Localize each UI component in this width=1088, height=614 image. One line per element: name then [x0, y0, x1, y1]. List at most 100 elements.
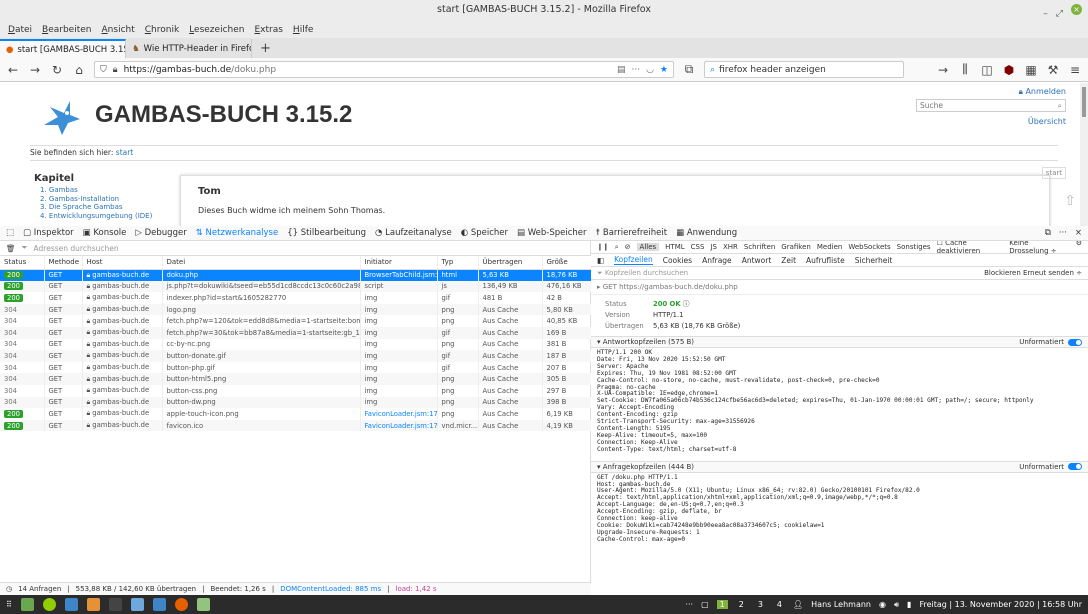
breadcrumb-start-link[interactable]: start	[116, 148, 133, 157]
new-tab-button[interactable]: +	[252, 40, 279, 58]
request-row[interactable]: 200 GET 🔒︎ gambas-buch.de js.php?t=dokuwiki…	[0, 280, 592, 293]
request-row[interactable]: 304 GET 🔒︎ gambas-buch.de button-css.png img…	[0, 384, 592, 397]
lock-icon[interactable]: 🔒︎	[113, 65, 118, 75]
tool-konsole[interactable]: ▣ Konsole	[83, 228, 127, 238]
tool-inspektor[interactable]: ▢ Inspektor	[23, 228, 74, 238]
overview-link[interactable]: Übersicht	[1028, 117, 1066, 126]
request-row[interactable]: 304 GET 🔒︎ gambas-buch.de fetch.php?w=30&to…	[0, 326, 592, 339]
col-uebertragen-header[interactable]: Übertragen	[478, 256, 543, 270]
col-initiator-header[interactable]: Initiator	[360, 256, 438, 270]
scroll-top-icon[interactable]: ⇧	[1064, 193, 1076, 209]
page-actions-icon[interactable]: ···	[631, 65, 640, 75]
throttle-select[interactable]: Keine Drosselung ÷	[1009, 241, 1067, 255]
request-row[interactable]: 304 GET 🔒︎ gambas-buch.de button-php.gif img…	[0, 361, 592, 374]
tab-kopfzeilen[interactable]: Kopfzeilen	[614, 255, 653, 265]
tool-laufzeitanalyse[interactable]: ◔ Laufzeitanalyse	[375, 228, 452, 238]
url-bar[interactable]: ⛉ 🔒︎ https://gambas-buch.de/doku.php ▤ ·…	[94, 61, 674, 78]
tab-http-header[interactable]: ♞ Wie HTTP-Header in Firefo ×	[126, 39, 252, 58]
request-headers-section[interactable]: ▾ Anfragekopfzeilen (444 B) Unformatiert	[591, 460, 1088, 473]
raw-toggle[interactable]	[1068, 338, 1082, 346]
sidebar-icon[interactable]: ◫	[980, 63, 994, 77]
minimize-icon[interactable]: –	[1043, 4, 1048, 24]
trash-icon[interactable]: 🗑︎	[6, 244, 16, 253]
reader-icon[interactable]: ▤	[617, 65, 626, 75]
col-host-header[interactable]: Host	[82, 256, 163, 270]
menu-hilfe[interactable]: Hilfe	[293, 22, 314, 38]
customize-icon[interactable]: ⚒	[1046, 63, 1060, 77]
show-desktop-icon[interactable]	[20, 598, 34, 611]
menu-bearbeiten[interactable]: Bearbeiten	[42, 22, 91, 38]
help-icon[interactable]: ⓘ	[683, 300, 690, 308]
bookmark-star-icon[interactable]: ★	[660, 65, 668, 75]
block-icon[interactable]: ⊘	[625, 243, 631, 251]
request-row[interactable]: 200 GET 🔒︎ gambas-buch.de favicon.ico Favico…	[0, 419, 592, 432]
filter-js[interactable]: JS	[710, 243, 717, 251]
url-filter-input[interactable]: Adressen durchsuchen	[34, 244, 119, 253]
request-row[interactable]: 304 GET 🔒︎ gambas-buch.de logo.png img png Aus…	[0, 303, 592, 316]
go-arrow-icon[interactable]: →	[936, 63, 950, 77]
pick-element-icon[interactable]: ⬚	[6, 228, 14, 238]
chapter-link[interactable]: 4. Entwicklungsumgebung (IDE)	[40, 212, 152, 221]
request-row[interactable]: 200 GET 🔒︎ gambas-buch.de apple-touch-icon.…	[0, 408, 592, 420]
menu-lesezeichen[interactable]: Lesezeichen	[189, 22, 244, 38]
mint-icon[interactable]	[42, 598, 56, 611]
filter-xhr[interactable]: XHR	[723, 243, 738, 251]
request-row[interactable]: 200 GET 🔒︎ gambas-buch.de indexer.php?id=st…	[0, 292, 592, 304]
files-icon[interactable]	[64, 598, 78, 611]
workspace-3[interactable]: 3	[755, 600, 766, 609]
workspace-4[interactable]: 4	[774, 600, 785, 609]
search-icon[interactable]: ⌕	[1058, 100, 1065, 111]
tray-more-icon[interactable]: ···	[685, 600, 693, 609]
forward-icon[interactable]: →	[28, 63, 42, 77]
menu-chronik[interactable]: Chronik	[145, 22, 179, 38]
login-link[interactable]: 🔒︎ Anmelden	[1019, 87, 1066, 97]
settings-gear-icon[interactable]: ⚙	[1076, 241, 1082, 255]
page-scrollbar[interactable]	[1080, 83, 1088, 226]
col-datei-header[interactable]: Datei	[162, 256, 361, 270]
tool-speicher[interactable]: ◐ Speicher	[461, 228, 508, 238]
firefox-taskbar-icon[interactable]	[174, 598, 188, 611]
search-bar[interactable]: ⌕ firefox header anzeigen	[704, 61, 904, 78]
menu-extras[interactable]: Extras	[254, 22, 282, 38]
chapter-link[interactable]: 3. Die Sprache Gambas	[40, 203, 152, 212]
user-name[interactable]: Hans Lehmann	[811, 600, 871, 609]
back-icon[interactable]: ←	[6, 63, 20, 77]
extension-icon[interactable]: ▦	[1024, 63, 1038, 77]
clock[interactable]: Freitag | 13. November 2020 | 16:58 Uhr	[919, 600, 1082, 609]
dock-icon[interactable]: ⧉	[1045, 228, 1051, 238]
battery-icon[interactable]: ▮	[907, 600, 911, 609]
tab-antwort[interactable]: Antwort	[742, 256, 772, 265]
maximize-icon[interactable]: ⤢	[1056, 4, 1063, 24]
network-icon[interactable]: ◉	[879, 600, 886, 609]
more-options-icon[interactable]: ···	[1059, 228, 1067, 238]
tool-barrierefreiheit[interactable]: ☨ Barrierefreiheit	[596, 228, 668, 238]
tool-stilbearbeitung[interactable]: {} Stilbearbeitung	[287, 228, 366, 238]
site-search-input[interactable]: Suche ⌕	[916, 99, 1066, 112]
response-headers-section[interactable]: ▾ Antwortkopfzeilen (575 B) Unformatiert	[591, 336, 1088, 348]
workspace-2[interactable]: 2	[736, 600, 747, 609]
block-resend-buttons[interactable]: Blockieren Erneut senden ÷	[984, 269, 1082, 277]
tab-zeit[interactable]: Zeit	[781, 256, 796, 265]
search-icon[interactable]: ⌕	[615, 243, 619, 252]
tool-anwendung[interactable]: ▦ Anwendung	[676, 228, 737, 238]
reload-icon[interactable]: ↻	[50, 63, 64, 77]
chapter-link[interactable]: 1. Gambas	[40, 186, 152, 195]
filter-alles[interactable]: Alles	[636, 243, 660, 251]
close-devtools-icon[interactable]: ×	[1075, 228, 1082, 238]
col-typ-header[interactable]: Typ	[437, 256, 479, 270]
menu-hamburger-icon[interactable]: ≡	[1068, 63, 1082, 77]
tool-web-speicher[interactable]: ▤ Web-Speicher	[517, 228, 587, 238]
filter-schriften[interactable]: Schriften	[744, 243, 775, 251]
col-status-header[interactable]: Status	[0, 256, 45, 270]
home-icon[interactable]: ⌂	[72, 63, 86, 77]
request-row[interactable]: 304 GET 🔒︎ gambas-buch.de button-dw.png img p…	[0, 396, 592, 409]
filter-html[interactable]: HTML	[665, 243, 684, 251]
tab-gambas[interactable]: ● start [GAMBAS-BUCH 3.15. ×	[0, 39, 126, 58]
filter-websockets[interactable]: WebSockets	[848, 243, 890, 251]
toggle-panel-icon[interactable]: ◧	[597, 256, 604, 265]
screenshot-icon[interactable]: ⧉	[682, 62, 696, 77]
pause-icon[interactable]: ❙❙	[597, 243, 609, 251]
media-icon[interactable]	[86, 598, 100, 611]
col-methode-header[interactable]: Methode	[44, 256, 83, 270]
header-filter-input[interactable]: Kopfzeilen durchsuchen	[605, 269, 688, 277]
